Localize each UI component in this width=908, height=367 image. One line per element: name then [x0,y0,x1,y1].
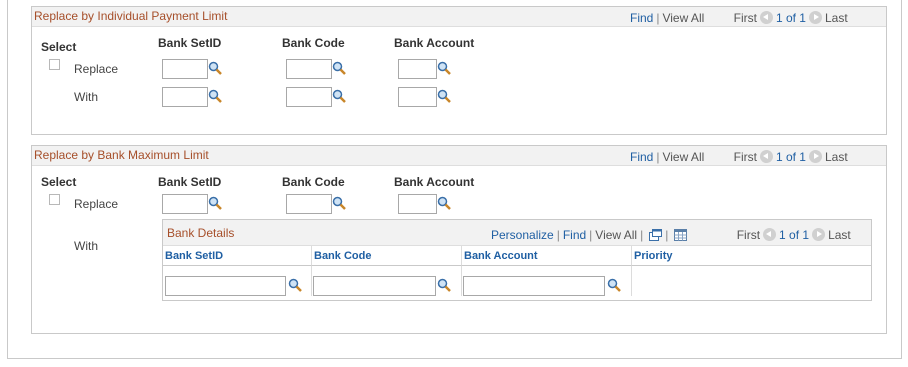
lookup-icon[interactable] [437,196,451,210]
previous-row-icon[interactable] [759,150,773,163]
bank-details-code-input[interactable] [313,276,436,296]
view-all-link[interactable]: View All [595,228,637,242]
replace-bank-setid-input[interactable] [162,194,208,214]
with-label: With [74,239,98,253]
replace-bank-code-input[interactable] [286,194,332,214]
lookup-icon[interactable] [208,196,222,210]
replace-label: Replace [74,197,119,211]
lookup-icon[interactable] [332,61,346,75]
priority-cell [632,266,871,296]
select-column-label: Select [41,40,77,54]
column-header-bank-setid[interactable]: Bank SetID [163,246,312,266]
group-header: Replace by Individual Payment Limit Find… [32,7,886,27]
new-window-icon[interactable] [649,229,663,241]
lookup-icon[interactable] [208,89,222,103]
column-header-bank-account[interactable]: Bank Account [462,246,632,266]
bank-setid-header: Bank SetID [158,175,222,189]
bank-details-setid-input[interactable] [165,276,286,296]
grid-header: Bank Details Personalize | Find | View All | |… [163,220,871,246]
first-label: First [733,150,757,164]
with-label: With [74,90,98,104]
first-label: First [736,228,761,242]
group-navigation: Find | View All First 1 of 1 Last [630,150,848,164]
bank-details-account-input[interactable] [463,276,605,296]
lookup-icon[interactable] [332,89,346,103]
replace-label: Replace [74,62,119,76]
replace-bank-setid-input[interactable] [162,59,208,79]
bank-setid-header: Bank SetID [158,36,222,50]
group-title: Replace by Bank Maximum Limit [34,148,209,162]
last-label: Last [824,150,848,164]
next-row-icon[interactable] [808,11,822,24]
lookup-icon[interactable] [437,278,451,292]
bank-code-header: Bank Code [282,175,345,189]
column-header-bank-code[interactable]: Bank Code [312,246,462,266]
grid-navigation: Personalize | Find | View All | | First 1 of 1L… [491,228,851,242]
replace-checkbox[interactable] [49,59,60,70]
personalize-link[interactable]: Personalize [491,228,554,242]
replace-bank-code-input[interactable] [286,59,332,79]
bank-account-header: Bank Account [394,175,475,189]
bank-account-header: Bank Account [394,36,475,50]
download-spreadsheet-icon[interactable] [674,229,688,241]
bank-code-header: Bank Code [282,36,345,50]
next-row-icon[interactable] [808,150,822,163]
replace-bank-account-input[interactable] [398,194,437,214]
replace-bank-account-input[interactable] [398,59,437,79]
view-all-link[interactable]: View All [662,11,704,25]
view-all-link[interactable]: View All [662,150,704,164]
previous-row-icon[interactable] [759,11,773,24]
grid-title: Bank Details [167,226,235,240]
group-header: Replace by Bank Maximum Limit Find | View … [32,146,886,166]
individual-payment-limit-group: Replace by Individual Payment Limit Find… [31,6,887,135]
column-header-priority[interactable]: Priority [632,246,871,266]
next-row-icon[interactable] [812,228,826,241]
find-link[interactable]: Find [563,228,586,242]
last-label: Last [824,11,848,25]
lookup-icon[interactable] [437,61,451,75]
group-navigation: Find | View All First 1 of 1 Last [630,11,848,25]
lookup-icon[interactable] [437,89,451,103]
lookup-icon[interactable] [288,278,302,292]
find-link[interactable]: Find [630,150,653,164]
last-label: Last [828,228,851,242]
previous-row-icon[interactable] [763,228,777,241]
row-count: 1 of 1 [775,11,806,25]
first-label: First [733,11,757,25]
lookup-icon[interactable] [332,196,346,210]
lookup-icon[interactable] [208,61,222,75]
lookup-icon[interactable] [607,278,621,292]
with-bank-setid-input[interactable] [162,87,208,107]
with-bank-code-input[interactable] [286,87,332,107]
with-bank-account-input[interactable] [398,87,437,107]
replace-checkbox[interactable] [49,194,60,205]
find-link[interactable]: Find [630,11,653,25]
select-column-label: Select [41,175,77,189]
row-count: 1 of 1 [775,150,806,164]
row-count: 1 of 1 [779,228,810,242]
group-title: Replace by Individual Payment Limit [34,9,228,23]
